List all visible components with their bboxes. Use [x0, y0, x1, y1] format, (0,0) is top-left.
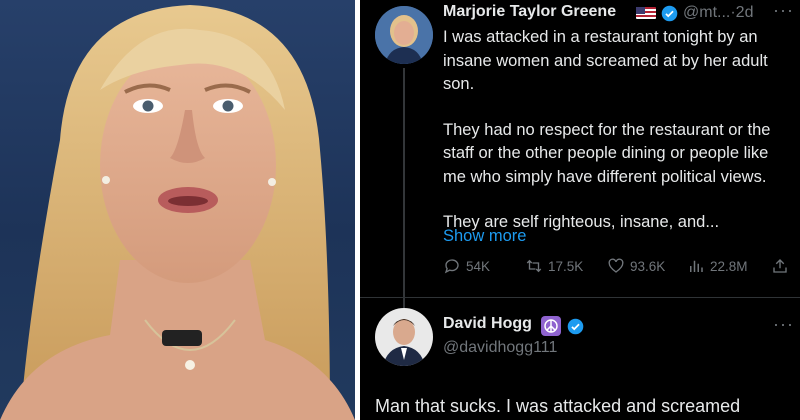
- views-chart-icon: [690, 260, 703, 272]
- reply-icon: [444, 259, 459, 274]
- tweet-actions: 54K 17.5K 93.6K 22.8M: [443, 257, 788, 279]
- reply-handle[interactable]: @davidhogg111: [443, 339, 557, 357]
- reply-count: 54K: [466, 258, 491, 274]
- tweet-separator: [360, 297, 800, 298]
- repost-button[interactable]: 17.5K: [525, 257, 583, 275]
- tweet-body: I was attacked in a restaurant tonight b…: [443, 26, 783, 257]
- like-count: 93.6K: [630, 258, 666, 274]
- view-count: 22.8M: [710, 258, 748, 274]
- reply-author-name[interactable]: David Hogg: [443, 315, 532, 333]
- author-name[interactable]: Marjorie Taylor Greene: [443, 3, 616, 21]
- repost-icon: [526, 259, 542, 273]
- tweet-paragraph: I was attacked in a restaurant tonight b…: [443, 28, 768, 93]
- reply-body: Man that sucks. I was attacked and screa…: [375, 396, 741, 416]
- reply-author-avatar[interactable]: [375, 308, 433, 366]
- share-icon: [773, 259, 787, 273]
- more-options-icon[interactable]: ···: [773, 0, 794, 21]
- person-avatar-icon: [375, 308, 433, 366]
- author-avatar[interactable]: [375, 6, 433, 64]
- reply-button[interactable]: 54K: [443, 257, 490, 275]
- views-button[interactable]: 22.8M: [687, 257, 748, 275]
- like-button[interactable]: 93.6K: [607, 257, 665, 275]
- us-flag-icon: [636, 7, 656, 19]
- tweet-paragraph: They had no respect for the restaurant o…: [443, 120, 771, 186]
- show-more-link[interactable]: Show more: [443, 227, 526, 246]
- peace-badge-icon: [541, 316, 561, 336]
- person-avatar-icon: [375, 6, 433, 64]
- repost-count: 17.5K: [548, 258, 584, 274]
- news-photo: [0, 0, 355, 420]
- heart-icon: [608, 258, 624, 273]
- reply-author-name-text[interactable]: David Hogg: [443, 315, 532, 332]
- author-name-text[interactable]: Marjorie Taylor Greene: [443, 3, 616, 20]
- verified-badge-icon: [567, 318, 584, 335]
- handle-time[interactable]: @mt...·2d: [683, 4, 753, 22]
- share-button[interactable]: [771, 257, 789, 275]
- portrait-illustration: [0, 5, 355, 420]
- thread-line: [403, 68, 405, 308]
- verified-badge-icon: [661, 5, 678, 22]
- reply-more-options-icon[interactable]: ···: [773, 314, 794, 335]
